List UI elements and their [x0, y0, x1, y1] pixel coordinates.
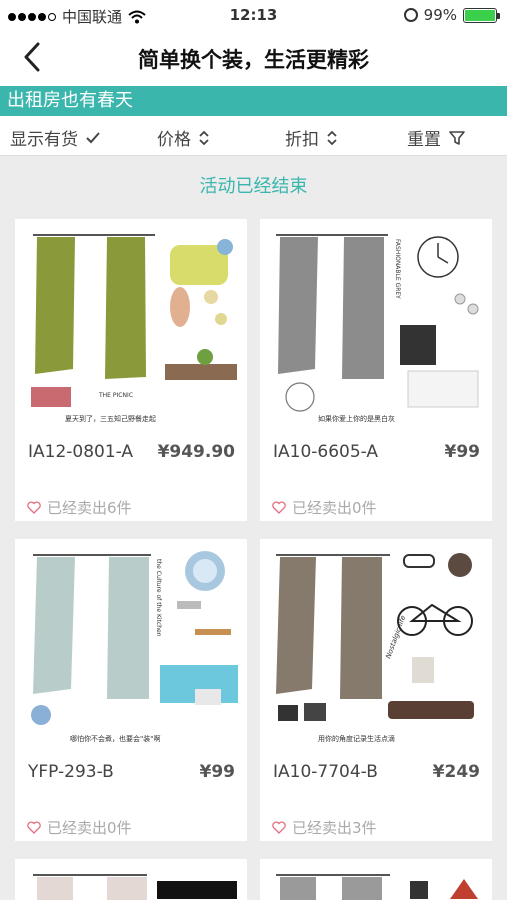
sold-count: 已经卖出0件 — [272, 497, 377, 518]
product-price: ¥249 — [432, 762, 480, 782]
curtain-left — [278, 237, 318, 374]
heart-icon[interactable] — [27, 821, 41, 834]
product-image[interactable] — [260, 859, 492, 900]
image-tag: THE PICNIC — [98, 392, 133, 399]
product-price: ¥949.90 — [157, 442, 235, 462]
filter-price[interactable]: 价格 — [157, 125, 209, 150]
product-image[interactable]: Nostalgic life 用你的角度记录生活点滴 — [260, 539, 492, 749]
sold-count: 已经卖出3件 — [272, 817, 377, 838]
rotation-lock-icon — [403, 8, 418, 22]
product-card[interactable] — [15, 859, 247, 900]
filter-discount-label: 折扣 — [285, 130, 319, 150]
sort-icon — [199, 130, 209, 145]
sold-count-label: 已经卖出6件 — [47, 499, 132, 517]
frame-decor — [400, 325, 436, 365]
image-caption: 如果你爱上你的是黑白灰 — [318, 414, 395, 423]
filter-reset-label: 重置 — [407, 130, 441, 150]
product-price: ¥99 — [444, 442, 481, 462]
product-image[interactable]: the Culture of the Kitchen 哪怕你不会煮，也要会"装"… — [15, 539, 247, 749]
curtain-right — [105, 237, 146, 379]
check-icon — [86, 131, 100, 143]
activity-ended-notice: 活动已经结束 — [199, 176, 308, 197]
battery-percent: 99% — [423, 6, 457, 24]
product-code: YFP-293-B — [28, 762, 114, 782]
sold-count-label: 已经卖出3件 — [292, 819, 377, 837]
glasses-decor — [403, 554, 435, 568]
curtain-right — [342, 237, 384, 379]
sort-icon — [327, 130, 337, 145]
status-right: 99% — [403, 6, 500, 24]
sold-count: 已经卖出0件 — [27, 817, 132, 838]
filter-in-stock[interactable]: 显示有货 — [10, 125, 100, 150]
filter-price-label: 价格 — [157, 130, 191, 150]
product-card[interactable]: FASHIONABLE GREY 如果你爱上你的是黑白灰 IA10-6605-A… — [260, 219, 492, 521]
nav-bar: 简单换个装，生活更精彩 — [0, 30, 507, 86]
sold-count-label: 已经卖出0件 — [292, 499, 377, 517]
product-card[interactable]: the Culture of the Kitchen 哪怕你不会煮，也要会"装"… — [15, 539, 247, 841]
filter-in-stock-label: 显示有货 — [10, 130, 78, 150]
product-code: IA10-7704-B — [273, 762, 378, 782]
product-card[interactable]: Nostalgic life 用你的角度记录生活点滴 IA10-7704-B ¥… — [260, 539, 492, 841]
filter-bar: 显示有货 价格 折扣 重置 — [0, 116, 507, 156]
promo-banner: 出租房也有春天 — [0, 86, 507, 116]
status-bar: 中国联通 12:13 99% — [0, 0, 507, 30]
heart-icon[interactable] — [272, 501, 286, 514]
decor-item — [31, 387, 71, 407]
heart-icon[interactable] — [27, 501, 41, 514]
curtain-right — [107, 557, 149, 699]
heart-icon[interactable] — [272, 821, 286, 834]
filter-discount[interactable]: 折扣 — [285, 125, 337, 150]
filter-reset[interactable]: 重置 — [407, 125, 465, 150]
product-card[interactable] — [260, 859, 492, 900]
image-tag: Nostalgic life — [384, 614, 407, 659]
image-caption: 用你的角度记录生活点滴 — [318, 734, 395, 743]
image-caption: 哪怕你不会煮，也要会"装"啊 — [70, 734, 160, 743]
curtain-left — [35, 237, 75, 374]
product-card[interactable]: THE PICNIC 夏天到了，三五知己野餐走起 IA12-0801-A ¥94… — [15, 219, 247, 521]
battery-fill — [465, 9, 495, 21]
decor-item — [165, 364, 237, 380]
decor-item — [217, 239, 233, 255]
product-code: IA12-0801-A — [28, 442, 134, 462]
product-image[interactable]: THE PICNIC 夏天到了，三五知己野餐走起 — [15, 219, 247, 429]
curtain-left — [33, 557, 75, 694]
product-image[interactable] — [15, 859, 247, 900]
image-tag: FASHIONABLE GREY — [394, 239, 401, 299]
page-title: 简单换个装，生活更精彩 — [138, 48, 369, 72]
sold-count-label: 已经卖出0件 — [47, 819, 132, 837]
curtain-left — [276, 557, 316, 694]
sofa-decor — [388, 701, 474, 719]
battery-icon — [463, 7, 500, 23]
curtain-right — [340, 557, 382, 699]
cabinet-decor — [407, 370, 479, 408]
sold-count: 已经卖出6件 — [27, 497, 132, 518]
product-image[interactable]: FASHIONABLE GREY 如果你爱上你的是黑白灰 — [260, 219, 492, 429]
product-price: ¥99 — [199, 762, 236, 782]
product-code: IA10-6605-A — [273, 442, 379, 462]
image-tag: the Culture of the Kitchen — [155, 559, 162, 637]
funnel-icon — [449, 130, 465, 145]
image-caption: 夏天到了，三五知己野餐走起 — [65, 414, 156, 423]
decor-item — [170, 287, 190, 327]
